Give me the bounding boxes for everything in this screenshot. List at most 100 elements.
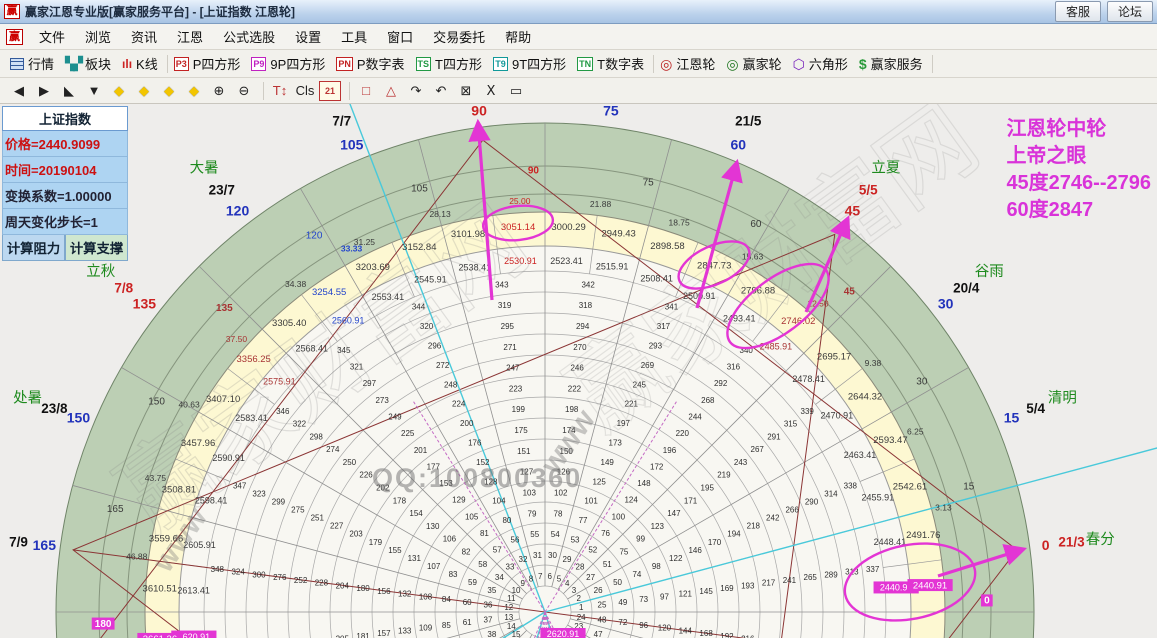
blocks-icon: ▚▞	[65, 55, 83, 71]
svg-text:13: 13	[504, 613, 513, 622]
arrow-down-icon[interactable]: ▼	[83, 81, 105, 101]
svg-text:79: 79	[528, 509, 537, 518]
toolbar-item-T数字表[interactable]: TN T数字表	[573, 52, 651, 75]
menu-item-3[interactable]: 江恩	[167, 24, 213, 49]
menu-item-7[interactable]: 窗口	[377, 24, 423, 49]
svg-text:169: 169	[720, 584, 734, 593]
svg-text:2695.17: 2695.17	[817, 351, 851, 362]
svg-text:84: 84	[442, 595, 451, 604]
arrow-up-icon[interactable]: ◣	[58, 81, 80, 101]
menu-item-2[interactable]: 资讯	[121, 24, 167, 49]
svg-text:244: 244	[688, 412, 702, 421]
svg-text:76: 76	[601, 529, 610, 538]
menu-item-8[interactable]: 交易委托	[423, 24, 495, 49]
svg-text:3000.29: 3000.29	[551, 222, 585, 233]
svg-text:266: 266	[785, 506, 799, 515]
toolbar-item-9P四方形[interactable]: P9 9P四方形	[247, 52, 332, 75]
diamond-right-icon[interactable]: ◆	[133, 81, 155, 101]
toolbar-item-P数字表[interactable]: PN P数字表	[332, 52, 411, 75]
gann-wheel-chart-area[interactable]: 1234567891011121314151617181920212223242…	[0, 104, 1157, 638]
svg-text:2644.32: 2644.32	[848, 391, 882, 402]
toolbar-item-六角形[interactable]: ⬡ 六角形	[789, 52, 855, 75]
svg-text:37: 37	[484, 616, 493, 625]
svg-text:149: 149	[601, 458, 615, 467]
rotate-ccw-icon[interactable]: ↶	[430, 81, 452, 101]
svg-text:72: 72	[618, 618, 627, 627]
calendar-icon[interactable]: 21	[319, 80, 341, 101]
toolbar-item-T四方形[interactable]: TS T四方形	[412, 52, 489, 75]
svg-text:249: 249	[388, 412, 402, 421]
box-x-icon[interactable]: ⊠	[455, 81, 477, 101]
calc-support-button[interactable]: 计算支撑	[65, 235, 128, 261]
svg-text:4: 4	[565, 579, 570, 588]
svg-text:2: 2	[576, 594, 581, 603]
svg-text:3661.36: 3661.36	[143, 634, 177, 638]
svg-text:154: 154	[409, 509, 423, 518]
svg-text:谷雨: 谷雨	[975, 263, 1004, 280]
app-logo-icon: 赢	[4, 4, 20, 19]
T9-icon: T9	[492, 56, 508, 71]
zoom-in-icon[interactable]: ⊕	[208, 81, 230, 101]
svg-text:180: 180	[356, 584, 370, 593]
toolbar-item-P四方形[interactable]: P3 P四方形	[170, 52, 248, 75]
toolbar-item-板块[interactable]: ▚▞ 板块	[61, 52, 118, 75]
arrow-left-icon[interactable]: ◀	[8, 81, 30, 101]
toolbar-item-label: 六角形	[808, 57, 848, 72]
svg-text:85: 85	[442, 621, 451, 630]
calc-resistance-button[interactable]: 计算阻力	[2, 235, 65, 261]
svg-text:146: 146	[688, 546, 702, 555]
menu-item-6[interactable]: 工具	[331, 24, 377, 49]
svg-text:3: 3	[572, 586, 577, 595]
toolbar-item-江恩轮[interactable]: ◎ 江恩轮	[656, 52, 722, 75]
monitor-icon[interactable]: ▭	[505, 81, 527, 101]
menu-item-1[interactable]: 浏览	[75, 24, 121, 49]
gann-wheel[interactable]: 1234567891011121314151617181920212223242…	[0, 104, 1157, 638]
menu-item-0[interactable]: 文件	[29, 24, 75, 49]
svg-text:2455.91: 2455.91	[862, 493, 895, 503]
toolbar-item-行情[interactable]: 行情	[6, 52, 61, 75]
svg-text:251: 251	[311, 514, 325, 523]
quotes-grid-icon	[10, 57, 24, 70]
toolbar-item-赢家轮[interactable]: ◎ 赢家轮	[722, 52, 788, 75]
svg-text:18.75: 18.75	[668, 218, 690, 228]
diamond-left-icon[interactable]: ◆	[108, 81, 130, 101]
annotation-line: 江恩轮中轮	[1006, 118, 1107, 140]
gann-wheel-icon: ◎	[660, 55, 673, 72]
svg-text:29: 29	[563, 555, 572, 564]
menu-item-4[interactable]: 公式选股	[213, 24, 285, 49]
P3-icon: P3	[173, 56, 189, 71]
main-toolbar: 行情 ▚▞ 板块 ılı K线 P3 P四方形 P9 9P四方形 PN P数字表 TS T四方形 T9 9T…	[0, 50, 1157, 78]
arrow-right-icon[interactable]: ▶	[33, 81, 55, 101]
svg-text:2470.91: 2470.91	[821, 410, 854, 420]
rotate-cw-icon[interactable]: ↷	[405, 81, 427, 101]
zoom-out-icon[interactable]: ⊖	[233, 81, 255, 101]
svg-text:314: 314	[824, 490, 838, 499]
toolbar-item-赢家服务[interactable]: $ 赢家服务	[855, 52, 930, 75]
collapse-icon[interactable]: Ⅹ	[480, 81, 502, 101]
triangle-tool-icon[interactable]: △	[380, 81, 402, 101]
customer-service-button[interactable]: 客服	[1054, 1, 1101, 22]
svg-text:49: 49	[618, 598, 627, 607]
toolbar-item-label: P四方形	[192, 57, 241, 72]
svg-text:339: 339	[801, 407, 815, 416]
svg-text:8: 8	[529, 574, 534, 583]
svg-text:145: 145	[699, 587, 713, 596]
square-tool-icon[interactable]: □	[355, 81, 377, 101]
menu-item-5[interactable]: 设置	[285, 24, 331, 49]
diamond-down-icon[interactable]: ◆	[183, 81, 205, 101]
cls-button[interactable]: Cls	[294, 81, 316, 101]
t-range-icon[interactable]: T↕	[269, 81, 291, 101]
toolbar-item-9T四方形[interactable]: T9 9T四方形	[489, 52, 573, 75]
diamond-up-icon[interactable]: ◆	[158, 81, 180, 101]
annotation-line: 上帝之眼	[1006, 145, 1087, 167]
svg-text:133: 133	[398, 626, 412, 635]
svg-text:179: 179	[369, 538, 383, 547]
svg-text:3.13: 3.13	[935, 502, 952, 512]
svg-text:109: 109	[419, 624, 433, 633]
toolbar-item-K线[interactable]: ılı K线	[118, 52, 165, 75]
svg-text:318: 318	[579, 301, 593, 310]
forum-button[interactable]: 论坛	[1106, 1, 1153, 22]
svg-text:135: 135	[133, 296, 157, 312]
menu-item-9[interactable]: 帮助	[495, 24, 541, 49]
svg-text:290: 290	[805, 498, 819, 507]
